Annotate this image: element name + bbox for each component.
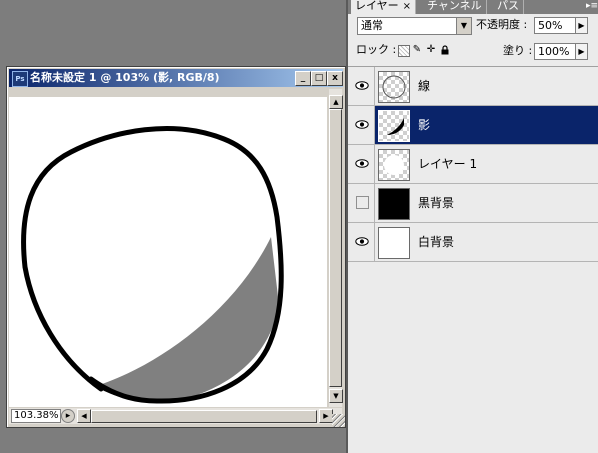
layer-thumbnail	[378, 149, 410, 181]
eye-icon	[355, 81, 369, 90]
blend-mode-value: 通常	[361, 19, 383, 32]
tab-layers[interactable]: レイヤー ×	[351, 0, 417, 14]
status-menu-icon[interactable]: ▸	[61, 409, 75, 423]
fill-slider-arrow-icon[interactable]: ▶	[575, 43, 588, 60]
hidden-visibility-box	[356, 196, 369, 209]
lock-label: ロック :	[356, 43, 397, 56]
document-title: 名称未設定 1 @ 103% (影, RGB/8)	[30, 71, 220, 84]
document-status-bar: 103.38% ▸ ◀ ▶	[9, 408, 342, 424]
layer-name: 白背景	[418, 235, 455, 249]
document-window: Ps 名称未設定 1 @ 103% (影, RGB/8) _ □ x ▲ ▼ 1…	[6, 66, 346, 428]
layer-name: 黒背景	[418, 196, 455, 210]
scroll-right-icon[interactable]: ▶	[319, 409, 333, 423]
eye-icon	[355, 237, 369, 246]
lock-pixels-icon[interactable]: ✎	[412, 45, 422, 55]
shadow-shape	[99, 237, 279, 400]
opacity-slider-arrow-icon[interactable]: ▶	[575, 17, 588, 34]
chevron-down-icon[interactable]: ▼	[456, 18, 471, 34]
lock-all-icon[interactable]	[440, 45, 450, 55]
layer-row-white-bg[interactable]: 白背景	[348, 223, 598, 262]
maximize-button[interactable]: □	[311, 71, 327, 86]
zoom-level-field[interactable]: 103.38%	[11, 409, 61, 423]
layer-thumbnail	[378, 227, 410, 259]
document-titlebar[interactable]: Ps 名称未設定 1 @ 103% (影, RGB/8) _ □ x	[9, 69, 343, 87]
panel-tab-bar: レイヤー × チャンネル パス ▸≡	[348, 0, 598, 14]
document-canvas[interactable]	[9, 97, 327, 407]
vertical-scroll-thumb[interactable]	[329, 109, 342, 387]
tab-channels[interactable]: チャンネル	[423, 0, 487, 14]
blend-mode-select[interactable]: 通常 ▼	[357, 17, 472, 35]
layer-name: レイヤー 1	[418, 157, 478, 171]
close-button[interactable]: x	[327, 71, 343, 86]
scroll-up-icon[interactable]: ▲	[329, 95, 343, 109]
fill-field[interactable]: 100%	[534, 43, 577, 60]
tab-close-icon[interactable]: ×	[403, 1, 411, 12]
tab-layers-label: レイヤー	[355, 0, 399, 12]
layer-thumbnail	[378, 188, 410, 220]
lock-transparency-icon[interactable]	[398, 45, 410, 57]
scroll-left-icon[interactable]: ◀	[77, 409, 91, 423]
lock-position-icon[interactable]: ✛	[426, 45, 436, 55]
canvas-drawing	[21, 126, 284, 404]
opacity-field[interactable]: 50%	[534, 17, 577, 34]
fill-label: 塗り :	[503, 44, 533, 57]
photoshop-icon: Ps	[12, 71, 28, 87]
panel-menu-icon[interactable]: ▸≡	[586, 0, 598, 12]
visibility-toggle[interactable]	[348, 67, 375, 105]
layer-thumbnail	[378, 110, 410, 142]
layer-row-line[interactable]: 線	[348, 67, 598, 106]
visibility-toggle[interactable]	[348, 184, 375, 222]
layers-panel: レイヤー × チャンネル パス ▸≡ 通常 ▼ 不透明度 : 50% ▶ ロック …	[346, 0, 598, 453]
horizontal-scroll-thumb[interactable]	[91, 410, 317, 423]
layer-row-shadow[interactable]: 影	[348, 106, 598, 145]
layer-row-black-bg[interactable]: 黒背景	[348, 184, 598, 223]
layer-thumbnail	[378, 71, 410, 103]
minimize-button[interactable]: _	[295, 71, 311, 86]
eye-icon	[355, 120, 369, 129]
layer-name: 線	[418, 79, 431, 93]
visibility-toggle[interactable]	[348, 145, 375, 183]
layer-options-row: 通常 ▼ 不透明度 : 50% ▶	[348, 14, 598, 40]
lock-fill-row: ロック : ✎ ✛ 塗り : 100% ▶	[348, 40, 598, 67]
scroll-down-icon[interactable]: ▼	[329, 389, 343, 403]
resize-grip-icon[interactable]	[332, 414, 345, 427]
layer-row-layer1[interactable]: レイヤー 1	[348, 145, 598, 184]
tab-paths[interactable]: パス	[493, 0, 524, 14]
visibility-toggle[interactable]	[348, 223, 375, 261]
opacity-label: 不透明度 :	[476, 18, 528, 31]
eye-icon	[355, 159, 369, 168]
visibility-toggle[interactable]	[348, 106, 375, 144]
layer-name: 影	[418, 118, 431, 132]
vertical-scrollbar[interactable]: ▲ ▼	[329, 89, 343, 407]
